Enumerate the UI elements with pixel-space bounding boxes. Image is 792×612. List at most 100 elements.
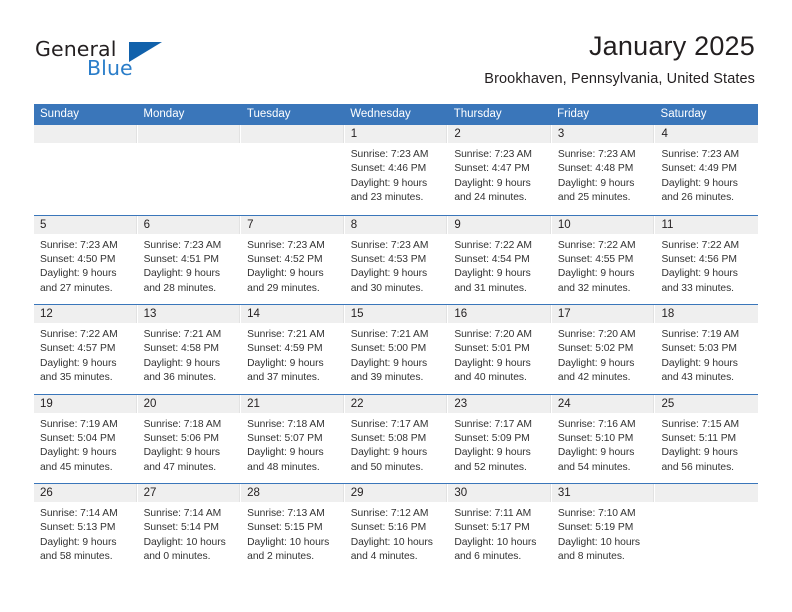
daylight-text-line2: and 26 minutes. [661, 192, 734, 204]
day-number-band: 28 [241, 484, 344, 502]
day-number-band [241, 125, 344, 143]
calendar-day-cell[interactable]: 12 Sunrise: 7:22 AM Sunset: 4:57 PM Dayligh… [34, 305, 138, 394]
calendar-day-cell[interactable]: 15 Sunrise: 7:21 AM Sunset: 5:00 PM Dayligh… [344, 305, 449, 394]
day-details: Sunrise: 7:21 AM Sunset: 5:00 PM Daylight:… [345, 323, 448, 386]
sunrise-text: Sunrise: 7:10 AM [557, 508, 636, 519]
daylight-text-line1: Daylight: 9 hours [661, 268, 738, 280]
day-number: 22 [350, 397, 364, 410]
calendar-day-cell[interactable]: 20 Sunrise: 7:18 AM Sunset: 5:06 PM Dayligh… [137, 394, 242, 483]
day-number: 7 [247, 218, 254, 231]
sunset-text: Sunset: 4:53 PM [350, 253, 427, 265]
sunrise-text: Sunrise: 7:22 AM [454, 239, 532, 251]
sunrise-text: Sunrise: 7:23 AM [350, 239, 429, 251]
day-number: 6 [143, 218, 150, 231]
calendar-day-cell[interactable]: 11 Sunrise: 7:22 AM Sunset: 4:56 PM Dayligh… [655, 215, 759, 305]
daylight-text-line2: and 28 minutes. [143, 282, 217, 294]
calendar-day-cell[interactable]: 22 Sunrise: 7:17 AM Sunset: 5:08 PM Dayligh… [344, 394, 449, 483]
calendar-day-cell[interactable]: 9 Sunrise: 7:22 AM Sunset: 4:54 PM Daylight… [448, 215, 552, 304]
calendar-day-cell[interactable]: 30 Sunrise: 7:11 AM Sunset: 5:17 PM Dayligh… [448, 484, 552, 573]
calendar-day-cell-empty [241, 125, 345, 215]
generalblue-logo[interactable]: General Blue [35, 37, 215, 83]
sunrise-text: Sunrise: 7:23 AM [40, 239, 118, 251]
day-number-band: 24 [551, 394, 655, 413]
calendar-day-cell[interactable]: 2 Sunrise: 7:23 AM Sunset: 4:47 PM Daylight… [448, 125, 552, 215]
calendar-day-cell[interactable]: 24 Sunrise: 7:16 AM Sunset: 5:10 PM Dayligh… [551, 394, 656, 483]
day-number-band: 30 [448, 484, 551, 502]
sunset-text: Sunset: 4:58 PM [143, 343, 219, 355]
sunset-text: Sunset: 5:19 PM [557, 522, 634, 534]
sunrise-text: Sunrise: 7:18 AM [143, 418, 222, 430]
sunset-text: Sunset: 4:57 PM [40, 343, 116, 355]
sunset-text: Sunset: 5:01 PM [454, 343, 530, 355]
daylight-text-line1: Daylight: 10 hours [143, 536, 226, 548]
calendar-day-cell[interactable]: 19 Sunrise: 7:19 AM Sunset: 5:04 PM Dayligh… [34, 394, 138, 483]
day-number: 31 [557, 487, 571, 499]
calendar-day-cell[interactable]: 27 Sunrise: 7:14 AM Sunset: 5:14 PM Dayligh… [137, 484, 242, 573]
daylight-text-line2: and 29 minutes. [247, 282, 320, 294]
day-number-band [137, 125, 241, 143]
day-number: 25 [661, 397, 675, 410]
daylight-text-line1: Daylight: 9 hours [661, 447, 738, 459]
daylight-text-line1: Daylight: 9 hours [247, 447, 324, 459]
day-number-band: 23 [448, 394, 551, 413]
sunrise-text: Sunrise: 7:13 AM [247, 508, 325, 519]
calendar-day-cell[interactable]: 14 Sunrise: 7:21 AM Sunset: 4:59 PM Dayligh… [241, 305, 345, 394]
calendar-day-cell[interactable]: 21 Sunrise: 7:18 AM Sunset: 5:07 PM Dayligh… [241, 394, 345, 483]
daylight-text-line2: and 0 minutes. [143, 551, 211, 563]
calendar-day-cell-empty [34, 125, 138, 215]
calendar-day-cell[interactable]: 10 Sunrise: 7:22 AM Sunset: 4:55 PM Dayligh… [551, 215, 656, 304]
daylight-text-line1: Daylight: 9 hours [661, 357, 738, 369]
sunset-text: Sunset: 4:50 PM [40, 253, 116, 265]
calendar-grid: Sunday Monday Tuesday Wednesday Thursday Frid… [34, 104, 759, 573]
day-number-band: 27 [137, 484, 241, 502]
daylight-text-line2: and 25 minutes. [557, 192, 631, 204]
calendar-day-cell[interactable]: 13 Sunrise: 7:21 AM Sunset: 4:58 PM Dayligh… [137, 305, 242, 394]
daylight-text-line1: Daylight: 9 hours [143, 447, 220, 459]
day-number: 19 [40, 397, 53, 410]
sunset-text: Sunset: 4:47 PM [454, 163, 530, 175]
sunset-text: Sunset: 5:02 PM [557, 343, 634, 355]
calendar-day-cell[interactable]: 16 Sunrise: 7:20 AM Sunset: 5:01 PM Dayligh… [448, 305, 552, 394]
calendar-day-cell[interactable]: 26 Sunrise: 7:14 AM Sunset: 5:13 PM Dayligh… [34, 484, 138, 573]
day-details: Sunrise: 7:21 AM Sunset: 4:59 PM Daylight:… [241, 323, 344, 386]
daylight-text-line2: and 48 minutes. [247, 461, 320, 473]
calendar-day-cell[interactable]: 7 Sunrise: 7:23 AM Sunset: 4:52 PM Daylight… [241, 215, 345, 304]
daylight-text-line1: Daylight: 10 hours [350, 536, 433, 548]
calendar-day-cell[interactable]: 31 Sunrise: 7:10 AM Sunset: 5:19 PM Dayligh… [551, 484, 656, 573]
calendar-day-cell[interactable]: 3 Sunrise: 7:23 AM Sunset: 4:48 PM Daylight… [551, 125, 656, 215]
calendar-day-cell[interactable]: 1 Sunrise: 7:23 AM Sunset: 4:46 PM Daylight… [344, 125, 449, 215]
calendar-day-cell[interactable]: 25 Sunrise: 7:15 AM Sunset: 5:11 PM Dayligh… [655, 394, 759, 484]
day-number: 30 [454, 487, 468, 499]
calendar-day-cell[interactable]: 4 Sunrise: 7:23 AM Sunset: 4:49 PM Daylight… [655, 125, 759, 215]
daylight-text-line2: and 35 minutes. [40, 372, 113, 384]
sunset-text: Sunset: 4:56 PM [661, 253, 737, 265]
day-number-band: 12 [34, 305, 137, 323]
calendar-week-row: 19 Sunrise: 7:19 AM Sunset: 5:04 PM Dayligh… [34, 393, 759, 484]
daylight-text-line2: and 6 minutes. [454, 551, 522, 563]
sunset-text: Sunset: 4:59 PM [247, 343, 323, 355]
calendar-day-cell[interactable]: 5 Sunrise: 7:23 AM Sunset: 4:50 PM Daylight… [34, 215, 138, 304]
daylight-text-line1: Daylight: 9 hours [247, 357, 324, 369]
sunrise-text: Sunrise: 7:19 AM [661, 329, 740, 340]
day-details: Sunrise: 7:21 AM Sunset: 4:58 PM Daylight:… [138, 323, 241, 386]
calendar-day-cell[interactable]: 17 Sunrise: 7:20 AM Sunset: 5:02 PM Dayligh… [551, 305, 656, 394]
day-number: 24 [557, 397, 571, 410]
day-details: Sunrise: 7:23 AM Sunset: 4:46 PM Daylight:… [345, 143, 448, 206]
calendar-day-cell[interactable]: 23 Sunrise: 7:17 AM Sunset: 5:09 PM Dayligh… [448, 394, 552, 483]
calendar-day-cell[interactable]: 18 Sunrise: 7:19 AM Sunset: 5:03 PM Dayligh… [655, 305, 759, 394]
sunrise-text: Sunrise: 7:23 AM [557, 149, 636, 160]
sunset-text: Sunset: 4:48 PM [557, 163, 634, 175]
day-number-band: 2 [448, 125, 551, 143]
sunset-text: Sunset: 4:55 PM [557, 253, 634, 265]
calendar-day-cell[interactable]: 8 Sunrise: 7:23 AM Sunset: 4:53 PM Daylight… [344, 215, 449, 304]
calendar-day-cell[interactable]: 28 Sunrise: 7:13 AM Sunset: 5:15 PM Dayligh… [241, 484, 345, 573]
calendar-day-cell[interactable]: 29 Sunrise: 7:12 AM Sunset: 5:16 PM Dayligh… [344, 484, 449, 573]
sunrise-text: Sunrise: 7:23 AM [247, 239, 325, 251]
daylight-text-line2: and 39 minutes. [350, 372, 424, 384]
calendar-day-cell[interactable]: 6 Sunrise: 7:23 AM Sunset: 4:51 PM Daylight… [137, 215, 242, 304]
sunset-text: Sunset: 4:52 PM [247, 253, 323, 265]
day-number: 23 [454, 397, 468, 410]
day-number: 8 [350, 218, 358, 231]
day-number-band: 18 [655, 305, 759, 323]
daylight-text-line2: and 33 minutes. [661, 282, 734, 294]
